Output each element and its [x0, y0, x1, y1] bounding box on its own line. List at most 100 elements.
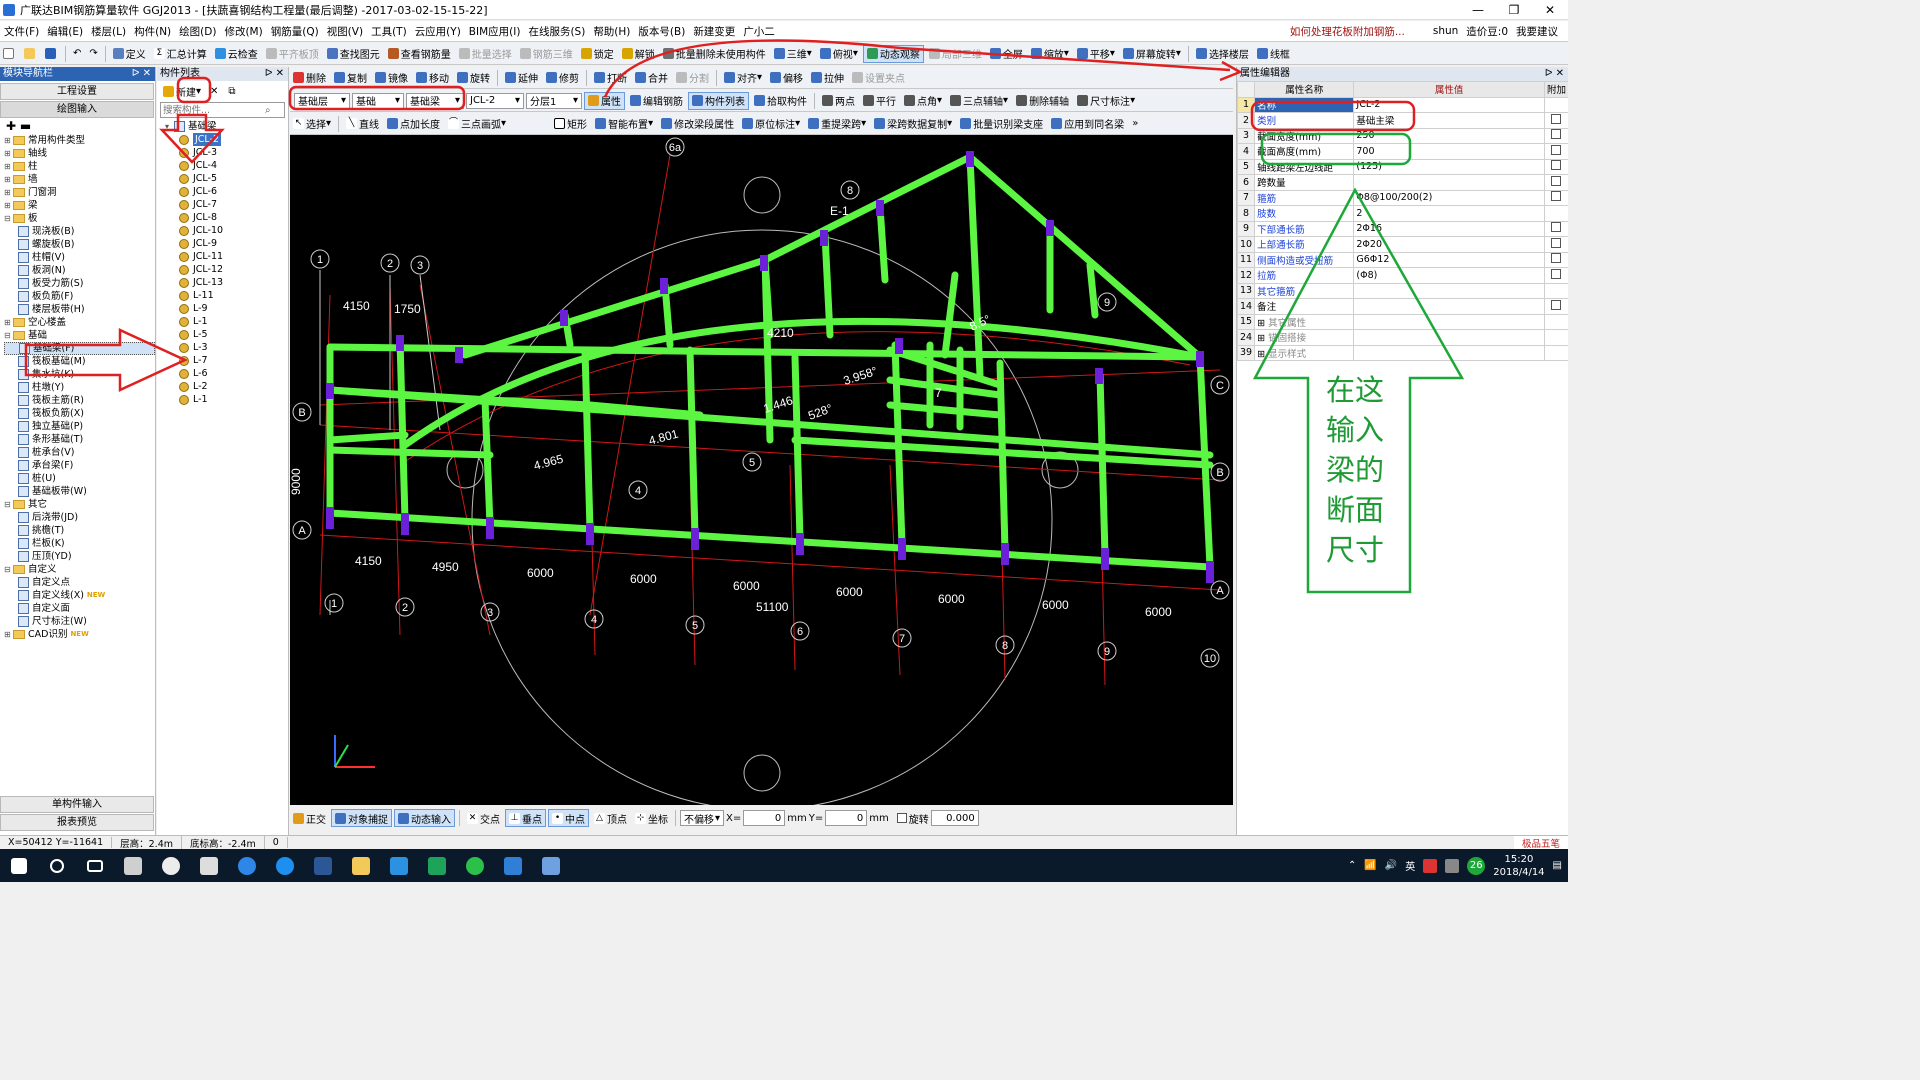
- extra-checkbox[interactable]: [1551, 160, 1562, 171]
- offset-button[interactable]: 偏移: [767, 69, 806, 87]
- property-row[interactable]: 14 备注: [1236, 298, 1568, 315]
- line-button[interactable]: ╲ 直线: [343, 115, 382, 133]
- expand-icon[interactable]: ⊞: [4, 160, 13, 173]
- nav-folder[interactable]: ⊞ CAD识别 NEW: [4, 628, 155, 641]
- screen-rotate-button[interactable]: 屏幕旋转 ▾: [1120, 45, 1184, 63]
- property-row[interactable]: 4 截面高度(mm) 700: [1236, 143, 1568, 160]
- volume-icon[interactable]: 🔊: [1385, 860, 1397, 871]
- property-value[interactable]: (Φ8): [1353, 267, 1545, 284]
- nav-item[interactable]: 筏板负筋(X): [4, 407, 155, 420]
- wechat-icon[interactable]: [456, 849, 494, 882]
- top-view-button[interactable]: 俯视 ▾: [817, 45, 861, 63]
- extra-checkbox[interactable]: [1551, 175, 1562, 186]
- nav-folder[interactable]: ⊟ 基础: [4, 329, 155, 342]
- wireframe-button[interactable]: 线框: [1254, 45, 1293, 63]
- component-list-item[interactable]: L-6: [165, 367, 288, 380]
- sublayer-select[interactable]: 分层1 ▾: [526, 92, 582, 109]
- property-row[interactable]: 24 ⊞ 锚固搭接: [1236, 329, 1568, 346]
- nav-item[interactable]: 柱墩(Y): [4, 381, 155, 394]
- price-beans[interactable]: 造价豆:0: [1462, 24, 1512, 39]
- menu-file[interactable]: 文件(F): [0, 24, 43, 39]
- collapse-icon[interactable]: ⊟: [4, 212, 13, 225]
- close-button[interactable]: ✕: [1532, 0, 1568, 20]
- property-row[interactable]: 11 侧面构造或受扭筋 G6Φ12: [1236, 251, 1568, 268]
- open-file-button[interactable]: [21, 45, 40, 63]
- component-list-item[interactable]: JCL-6: [165, 185, 288, 198]
- notifications-icon[interactable]: ▤: [1553, 860, 1562, 871]
- y-input[interactable]: 0: [825, 810, 868, 826]
- mirror-button[interactable]: 镜像: [372, 69, 411, 87]
- copy-component-icon[interactable]: ⧉: [225, 82, 238, 100]
- nav-folder[interactable]: ⊞ 轴线: [4, 147, 155, 160]
- select-button[interactable]: ↖ 选择 ▾: [290, 115, 334, 133]
- menu-view[interactable]: 视图(V): [323, 24, 367, 39]
- delete-axis-button[interactable]: 删除辅轴: [1013, 92, 1072, 110]
- extend-button[interactable]: 延伸: [502, 69, 541, 87]
- extra-checkbox[interactable]: [1551, 237, 1562, 248]
- expand-icon[interactable]: ⊞: [4, 147, 13, 160]
- start-button[interactable]: [0, 849, 38, 882]
- nav-item[interactable]: 尺寸标注(W): [4, 615, 155, 628]
- select-floor-button[interactable]: 选择楼层: [1193, 45, 1252, 63]
- nav-folder[interactable]: ⊞ 柱: [4, 160, 155, 173]
- component-list-item[interactable]: JCL-2: [165, 133, 288, 146]
- component-list-item[interactable]: JCL-12: [165, 263, 288, 276]
- project-settings-button[interactable]: 工程设置: [0, 83, 154, 100]
- expand-icon[interactable]: ⊞: [4, 316, 13, 329]
- clock[interactable]: 15:20 2018/4/14: [1493, 853, 1544, 879]
- perpendicular-snap[interactable]: ⊥ 垂点: [505, 809, 546, 827]
- three-point-axis-button[interactable]: 三点辅轴 ▾: [947, 92, 1011, 110]
- nav-item[interactable]: 集水坑(K): [4, 368, 155, 381]
- browser-icon[interactable]: [266, 849, 304, 882]
- expand-icon[interactable]: ⊞: [1257, 333, 1268, 344]
- component-list-item[interactable]: L-11: [165, 289, 288, 302]
- nav-item[interactable]: 基础梁(F): [4, 342, 155, 355]
- ime-indicator[interactable]: 极品五笔: [1513, 835, 1568, 850]
- extra-checkbox[interactable]: [1551, 222, 1562, 233]
- hint-link[interactable]: 如何处理花板附加钢筋...: [1286, 24, 1409, 39]
- menu-bim[interactable]: BIM应用(I): [465, 24, 525, 39]
- component-list-item[interactable]: JCL-13: [165, 276, 288, 289]
- nav-item[interactable]: 桩承台(V): [4, 446, 155, 459]
- stretch-button[interactable]: 拉伸: [808, 69, 847, 87]
- property-row[interactable]: 6 跨数量: [1236, 174, 1568, 191]
- save-file-button[interactable]: [42, 45, 61, 63]
- menu-online[interactable]: 在线服务(S): [524, 24, 589, 39]
- dynamic-input-toggle[interactable]: 动态输入: [394, 809, 455, 827]
- move-button[interactable]: 移动: [413, 69, 452, 87]
- properties-button[interactable]: 属性: [584, 91, 625, 110]
- set-grip-button[interactable]: 设置夹点: [849, 69, 908, 87]
- split-button[interactable]: 分割: [673, 69, 712, 87]
- maximize-button[interactable]: ❐: [1496, 0, 1532, 20]
- extra-checkbox[interactable]: [1551, 129, 1562, 140]
- expand-icon[interactable]: ⊞: [4, 628, 13, 641]
- complist-group[interactable]: ▾ 基础梁: [165, 120, 288, 133]
- ortho-toggle[interactable]: 正交: [290, 809, 329, 827]
- component-list-button[interactable]: 构件列表: [688, 91, 749, 110]
- property-row[interactable]: 2 类别 基础主梁: [1236, 112, 1568, 129]
- nav-item[interactable]: 螺旋板(B): [4, 238, 155, 251]
- menu-modify[interactable]: 修改(M): [220, 24, 266, 39]
- report-preview-button[interactable]: 报表预览: [0, 814, 154, 831]
- property-value[interactable]: [1353, 174, 1545, 191]
- more-tools-button[interactable]: »: [1129, 115, 1141, 133]
- edit-rebar-button[interactable]: 编辑钢筋: [627, 92, 686, 110]
- fullscreen-button[interactable]: 全屏: [987, 45, 1026, 63]
- property-value[interactable]: [1353, 313, 1545, 330]
- delete-component-icon[interactable]: ✕: [207, 82, 221, 100]
- nav-item[interactable]: 板受力筋(S): [4, 277, 155, 290]
- nav-item[interactable]: 基础板带(W): [4, 485, 155, 498]
- paint-icon[interactable]: [532, 849, 570, 882]
- search-icon[interactable]: [38, 849, 76, 882]
- component-list-item[interactable]: L-7: [165, 354, 288, 367]
- dimension-button[interactable]: 尺寸标注 ▾: [1074, 92, 1138, 110]
- modify-span-button[interactable]: 修改梁段属性: [658, 115, 737, 133]
- component-list-item[interactable]: JCL-5: [165, 172, 288, 185]
- view-3d-button[interactable]: 三维 ▾: [771, 45, 815, 63]
- cloud-check-button[interactable]: 云检查: [212, 45, 261, 63]
- unlock-button[interactable]: 解锁: [619, 45, 658, 63]
- tray-app-icon[interactable]: [1423, 858, 1438, 873]
- component-list-item[interactable]: L-9: [165, 302, 288, 315]
- extra-checkbox[interactable]: [1551, 113, 1562, 124]
- property-row[interactable]: 5 轴线距梁左边线距 (125): [1236, 158, 1568, 175]
